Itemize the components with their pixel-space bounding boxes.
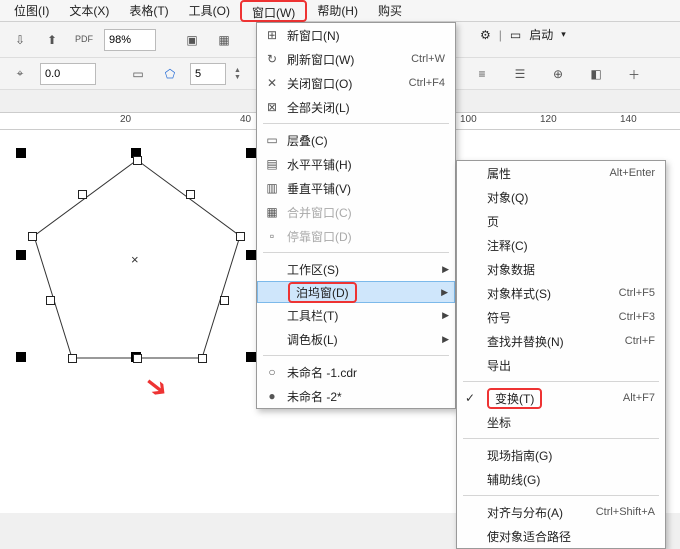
grid-icon[interactable]: ▦	[212, 28, 236, 52]
mi-fit-to-path[interactable]: 使对象适合路径	[457, 524, 665, 548]
export-icon[interactable]: ⇩	[8, 28, 32, 52]
mi-dockers[interactable]: 泊坞窗(D)▶	[257, 281, 455, 303]
origin-icon[interactable]: ⌖	[8, 62, 32, 86]
object-center-marker: ×	[131, 252, 139, 267]
rect-icon[interactable]: ▭	[126, 62, 150, 86]
mi-tile-h[interactable]: ▤水平平铺(H)	[257, 152, 455, 176]
menubar: 位图(I) 文本(X) 表格(T) 工具(O) 窗口(W) 帮助(H) 购买	[0, 0, 680, 22]
launch-dropdown[interactable]: ⚙ | ▭ 启动 ▾	[480, 26, 566, 43]
menu-tools[interactable]: 工具(O)	[179, 0, 240, 22]
menu-table[interactable]: 表格(T)	[119, 0, 178, 22]
mi-objects[interactable]: 对象(Q)	[457, 185, 665, 209]
refresh-icon: ↻	[263, 52, 281, 66]
ruler-tick: 120	[540, 114, 557, 125]
menu-window[interactable]: 窗口(W)	[240, 0, 307, 22]
gear-icon: ⚙	[480, 28, 491, 42]
mi-export[interactable]: 导出	[457, 353, 665, 377]
menu-buy[interactable]: 购买	[368, 0, 412, 22]
radio-on-icon: ●	[263, 389, 281, 403]
mi-coordinates[interactable]: 坐标	[457, 410, 665, 434]
mi-cascade[interactable]: ▭层叠(C)	[257, 128, 455, 152]
mi-symbols[interactable]: 符号Ctrl+F3	[457, 305, 665, 329]
mi-guidelines[interactable]: 辅助线(G)	[457, 467, 665, 491]
mi-dock-window: ▫停靠窗口(D)	[257, 224, 455, 248]
chevron-right-icon: ▶	[442, 264, 449, 275]
selected-polygon[interactable]	[12, 136, 272, 396]
pdf-icon[interactable]: PDF	[72, 28, 96, 52]
mi-new-window[interactable]: ⊞新窗口(N)	[257, 23, 455, 47]
ruler-tick: 40	[240, 114, 251, 125]
ruler-tick: 100	[460, 114, 477, 125]
mi-doc-1[interactable]: ○未命名 -1.cdr	[257, 360, 455, 384]
wrap-icon[interactable]: ⊕	[546, 62, 570, 86]
mi-align-distribute[interactable]: 对齐与分布(A)Ctrl+Shift+A	[457, 500, 665, 524]
window-icon: ⊞	[263, 28, 281, 42]
radio-off-icon: ○	[263, 365, 281, 379]
mi-pages[interactable]: 页	[457, 209, 665, 233]
ruler-tick: 20	[120, 114, 131, 125]
zoom-input[interactable]	[104, 29, 156, 51]
mi-properties[interactable]: 属性Alt+Enter	[457, 161, 665, 185]
mi-palettes[interactable]: 调色板(L)▶	[257, 327, 455, 351]
polygon-icon[interactable]: ⬠	[158, 62, 182, 86]
align-icon[interactable]: ≡	[470, 62, 494, 86]
chevron-right-icon: ▶	[441, 287, 448, 298]
chevron-right-icon: ▶	[442, 310, 449, 321]
window-menu: ⊞新窗口(N) ↻刷新窗口(W)Ctrl+W ✕关闭窗口(O)Ctrl+F4 ⊠…	[256, 22, 456, 409]
chevron-down-icon: ▾	[561, 29, 566, 40]
mi-close-window[interactable]: ✕关闭窗口(O)Ctrl+F4	[257, 71, 455, 95]
ruler-tick: 140	[620, 114, 637, 125]
chevron-right-icon: ▶	[442, 334, 449, 345]
menu-bitmap[interactable]: 位图(I)	[4, 0, 59, 22]
mi-merge-window: ▦合并窗口(C)	[257, 200, 455, 224]
close-all-icon: ⊠	[263, 100, 281, 114]
mi-live-guides[interactable]: 现场指南(G)	[457, 443, 665, 467]
publish-icon[interactable]: ⬆	[40, 28, 64, 52]
dockers-submenu: 属性Alt+Enter 对象(Q) 页 注释(C) 对象数据 对象样式(S)Ct…	[456, 160, 666, 549]
order-icon[interactable]: ☰	[508, 62, 532, 86]
mi-object-styles[interactable]: 对象样式(S)Ctrl+F5	[457, 281, 665, 305]
toolbar-right-icons: ≡ ☰ ⊕ ◧ ＋	[470, 58, 646, 90]
sides-stepper[interactable]: ▲▼	[234, 67, 241, 81]
overlap-icon[interactable]: ◧	[584, 62, 608, 86]
add-icon[interactable]: ＋	[622, 62, 646, 86]
coord-input[interactable]	[40, 63, 96, 85]
mi-close-all[interactable]: ⊠全部关闭(L)	[257, 95, 455, 119]
mi-toolbars[interactable]: 工具栏(T)▶	[257, 303, 455, 327]
launch-label: 启动	[529, 26, 553, 43]
panel-icon: ▭	[510, 28, 521, 42]
merge-icon: ▦	[263, 205, 281, 219]
tile-h-icon: ▤	[263, 157, 281, 171]
menu-help[interactable]: 帮助(H)	[307, 0, 368, 22]
mi-refresh-window[interactable]: ↻刷新窗口(W)Ctrl+W	[257, 47, 455, 71]
tile-v-icon: ▥	[263, 181, 281, 195]
mi-comments[interactable]: 注释(C)	[457, 233, 665, 257]
sides-input[interactable]	[190, 63, 226, 85]
mi-find-replace[interactable]: 查找并替换(N)Ctrl+F	[457, 329, 665, 353]
mi-transform[interactable]: 变换(T)Alt+F7	[457, 386, 665, 410]
mi-workspace[interactable]: 工作区(S)▶	[257, 257, 455, 281]
close-icon: ✕	[263, 76, 281, 90]
mi-doc-2[interactable]: ●未命名 -2*	[257, 384, 455, 408]
cascade-icon: ▭	[263, 133, 281, 147]
fullscreen-icon[interactable]: ▣	[180, 28, 204, 52]
mi-object-data[interactable]: 对象数据	[457, 257, 665, 281]
menu-text[interactable]: 文本(X)	[59, 0, 119, 22]
mi-tile-v[interactable]: ▥垂直平铺(V)	[257, 176, 455, 200]
dock-icon: ▫	[263, 229, 281, 243]
